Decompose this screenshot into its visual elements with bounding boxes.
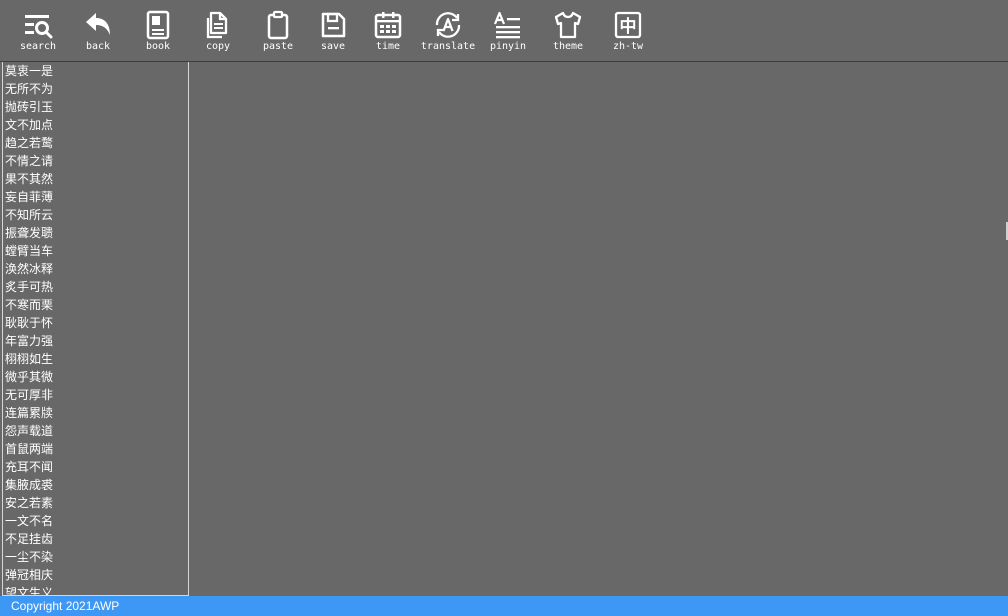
book-label: book [145,41,171,52]
tshirt-icon [554,11,582,39]
translate-label: translate [420,41,476,52]
list-item[interactable]: 首鼠两端 [3,440,188,458]
copy-button[interactable]: copy [198,0,238,62]
search-button[interactable]: search [18,0,58,62]
list-item[interactable]: 不知所云 [3,206,188,224]
list-item[interactable]: 集腋成裘 [3,476,188,494]
list-item[interactable]: 趋之若鹜 [3,134,188,152]
save-button[interactable]: save [313,0,353,62]
theme-button[interactable]: theme [548,0,588,62]
list-item[interactable]: 妄自菲薄 [3,188,188,206]
book-button[interactable]: book [138,0,178,62]
time-button[interactable]: time [368,0,408,62]
idiom-list-panel[interactable]: 莫衷一是 无所不为 抛砖引玉 文不加点 趋之若鹜 不情之请 果不其然 妄自菲薄 不知所云 振聋发聩… [2,62,189,596]
chinese-character-icon: 中 [614,11,642,39]
calendar-icon [374,12,402,39]
search-icon [25,15,53,39]
copyright-text: Copyright 2021AWP [11,599,120,613]
search-label: search [19,41,57,52]
save-label: save [320,41,346,52]
list-item[interactable]: 连篇累牍 [3,404,188,422]
list-item[interactable]: 微乎其微 [3,368,188,386]
list-item[interactable]: 不寒而栗 [3,296,188,314]
list-item[interactable]: 抛砖引玉 [3,98,188,116]
toolbar: search back book copy paste save time tr… [0,0,1008,62]
list-item[interactable]: 安之若素 [3,494,188,512]
list-item[interactable]: 耿耿于怀 [3,314,188,332]
back-label: back [85,41,111,52]
main-content-area [189,62,1008,596]
pinyin-text-icon [493,11,520,39]
list-item[interactable]: 振聋发聩 [3,224,188,242]
list-item[interactable]: 螳臂当车 [3,242,188,260]
book-icon [146,10,170,40]
copy-label: copy [205,41,231,52]
list-item[interactable]: 栩栩如生 [3,350,188,368]
idiom-list: 莫衷一是 无所不为 抛砖引玉 文不加点 趋之若鹜 不情之请 果不其然 妄自菲薄 不知所云 振聋发聩… [3,62,188,595]
list-item[interactable]: 无所不为 [3,80,188,98]
back-button[interactable]: back [78,0,118,62]
list-item[interactable]: 一文不名 [3,512,188,530]
list-item[interactable]: 文不加点 [3,116,188,134]
pinyin-label: pinyin [489,41,527,52]
theme-label: theme [552,41,584,52]
save-icon [321,12,346,38]
list-item[interactable]: 果不其然 [3,170,188,188]
paste-button[interactable]: paste [258,0,298,62]
time-label: time [375,41,401,52]
status-bar: Copyright 2021AWP [0,596,1008,616]
list-item[interactable]: 涣然冰释 [3,260,188,278]
zh-tw-glyph: 中 [620,16,637,37]
list-item[interactable]: 一尘不染 [3,548,188,566]
list-item[interactable]: 莫衷一是 [3,62,188,80]
list-item[interactable]: 年富力强 [3,332,188,350]
list-item[interactable]: 弹冠相庆 [3,566,188,584]
list-item[interactable]: 不足挂齿 [3,530,188,548]
copy-icon [206,11,228,39]
paste-label: paste [262,41,294,52]
pinyin-button[interactable]: pinyin [488,0,528,62]
translate-icon [435,12,461,38]
list-item[interactable]: 不情之请 [3,152,188,170]
list-item[interactable]: 炙手可热 [3,278,188,296]
app-window: search back book copy paste save time tr… [0,0,1008,616]
translate-button[interactable]: translate [418,0,478,62]
back-arrow-icon [86,13,110,35]
clipboard-icon [267,10,289,40]
list-item[interactable]: 怨声载道 [3,422,188,440]
list-item[interactable]: 望文生义 [3,584,188,595]
list-item[interactable]: 充耳不闻 [3,458,188,476]
list-item[interactable]: 无可厚非 [3,386,188,404]
zh-tw-label: zh-tw [612,41,644,52]
zh-tw-button[interactable]: 中 zh-tw [608,0,648,62]
